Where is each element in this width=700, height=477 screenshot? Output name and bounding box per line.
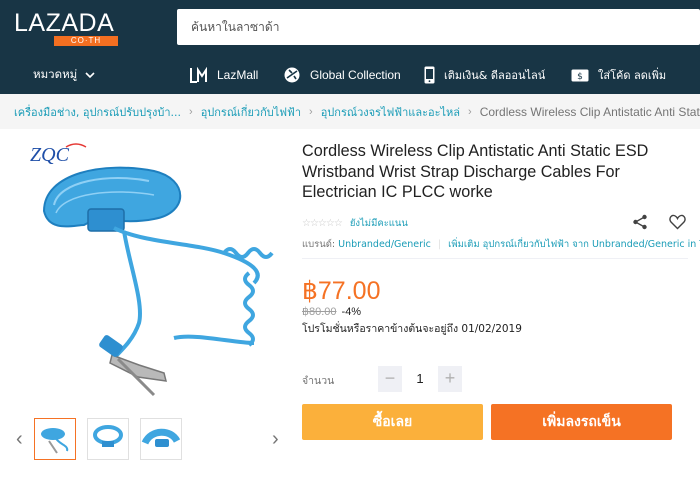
thumbnail-2[interactable] [87,418,129,460]
brand-line: แบรนด์: Unbranded/Generic | เพิ่มเติม อุ… [302,237,700,252]
buy-now-button[interactable]: ซื้อเลย [302,404,483,440]
nav-bar: หมวดหมู่ LazMall Global Collection เติมเ… [0,56,700,94]
logo-text: LAZADA [14,9,115,37]
nav-coupon-label: ใส่โค้ด ลดเพิ่ม [598,69,667,82]
brand-label: แบรนด์: [302,239,336,250]
product-gallery: ZQC ‹ › [14,133,286,477]
share-icon[interactable] [632,214,648,235]
chevron-right-icon: › [468,105,472,118]
breadcrumb: เครื่องมือช่าง, อุปกรณ์ปรับปรุงบ้า... › … [0,94,700,129]
watermark-text: ZQC [30,144,70,166]
promotion-text: โปรโมชั่นหรือราคาข้างต้นจะอยู่ถึง 01/02/… [302,323,522,335]
nav-lazmall-label: LazMall [217,68,259,82]
chevron-down-icon [85,68,95,82]
chevron-right-icon: › [189,105,193,118]
svg-text:$: $ [577,72,583,82]
rating-row: ☆☆☆☆☆ ยังไม่มีคะแนน [302,217,408,229]
breadcrumb-item-current: Cordless Wireless Clip Antistatic Anti S… [479,104,700,119]
add-to-cart-button[interactable]: เพิ่มลงรถเข็น [491,404,672,440]
chevron-right-icon[interactable]: › [272,428,279,451]
chevron-left-icon[interactable]: ‹ [16,428,23,451]
breadcrumb-item-circuits[interactable]: อุปกรณ์วงจรไฟฟ้าและอะไหล่ [321,103,460,121]
nav-global-collection[interactable]: Global Collection [283,56,401,94]
chevron-right-icon: › [309,105,313,118]
nav-topup-label: เติมเงิน& ดีลออนไลน์ [444,69,546,82]
header-bar: LAZADA CO·TH [0,0,700,56]
star-empty-icon: ☆☆☆☆☆ [302,217,343,229]
current-price: ฿77.00 [302,277,381,305]
search-input[interactable] [177,9,700,45]
thumbnail-strip: ‹ › [14,418,286,462]
lazmall-icon [190,67,208,83]
airplane-globe-icon [283,66,301,84]
divider: | [437,239,442,250]
quantity-label: จำนวน [302,375,335,387]
brand-link[interactable]: Unbranded/Generic [338,239,431,250]
quantity-minus-button[interactable]: − [378,366,402,392]
logo-domain: CO·TH [54,36,118,46]
nav-lazmall[interactable]: LazMall [190,56,258,94]
divider-line [302,258,688,259]
thumbnail-1[interactable] [34,418,76,460]
breadcrumb-item-tools[interactable]: เครื่องมือช่าง, อุปกรณ์ปรับปรุงบ้า... [14,103,181,121]
product-main-image[interactable]: ZQC [14,133,286,401]
breadcrumb-item-electrical[interactable]: อุปกรณ์เกี่ยวกับไฟฟ้า [201,103,301,121]
heart-icon[interactable] [669,214,686,235]
categories-label: หมวดหมู่ [33,67,78,81]
categories-menu[interactable]: หมวดหมู่ [33,56,95,94]
nav-topup[interactable]: เติมเงิน& ดีลออนไลน์ [424,56,545,94]
more-from-brand-link[interactable]: เพิ่มเติม อุปกรณ์เกี่ยวกับไฟฟ้า จาก Unbr… [448,239,700,250]
lazada-logo[interactable]: LAZADA CO·TH [14,9,118,46]
original-price: ฿80.00 [302,306,337,318]
original-price-row: ฿80.00 -4% [302,305,361,318]
quantity-value[interactable]: 1 [406,366,434,392]
no-rating-link[interactable]: ยังไม่มีคะแนน [350,216,408,231]
thumbnail-3[interactable] [140,418,182,460]
quantity-plus-button[interactable]: + [438,366,462,392]
product-title: Cordless Wireless Clip Antistatic Anti S… [302,142,649,201]
coupon-icon: $ [571,69,589,82]
discount-badge: -4% [341,306,362,318]
mobile-phone-icon [424,66,435,84]
nav-global-label: Global Collection [310,68,401,82]
nav-coupon[interactable]: $ ใส่โค้ด ลดเพิ่ม [571,56,666,94]
